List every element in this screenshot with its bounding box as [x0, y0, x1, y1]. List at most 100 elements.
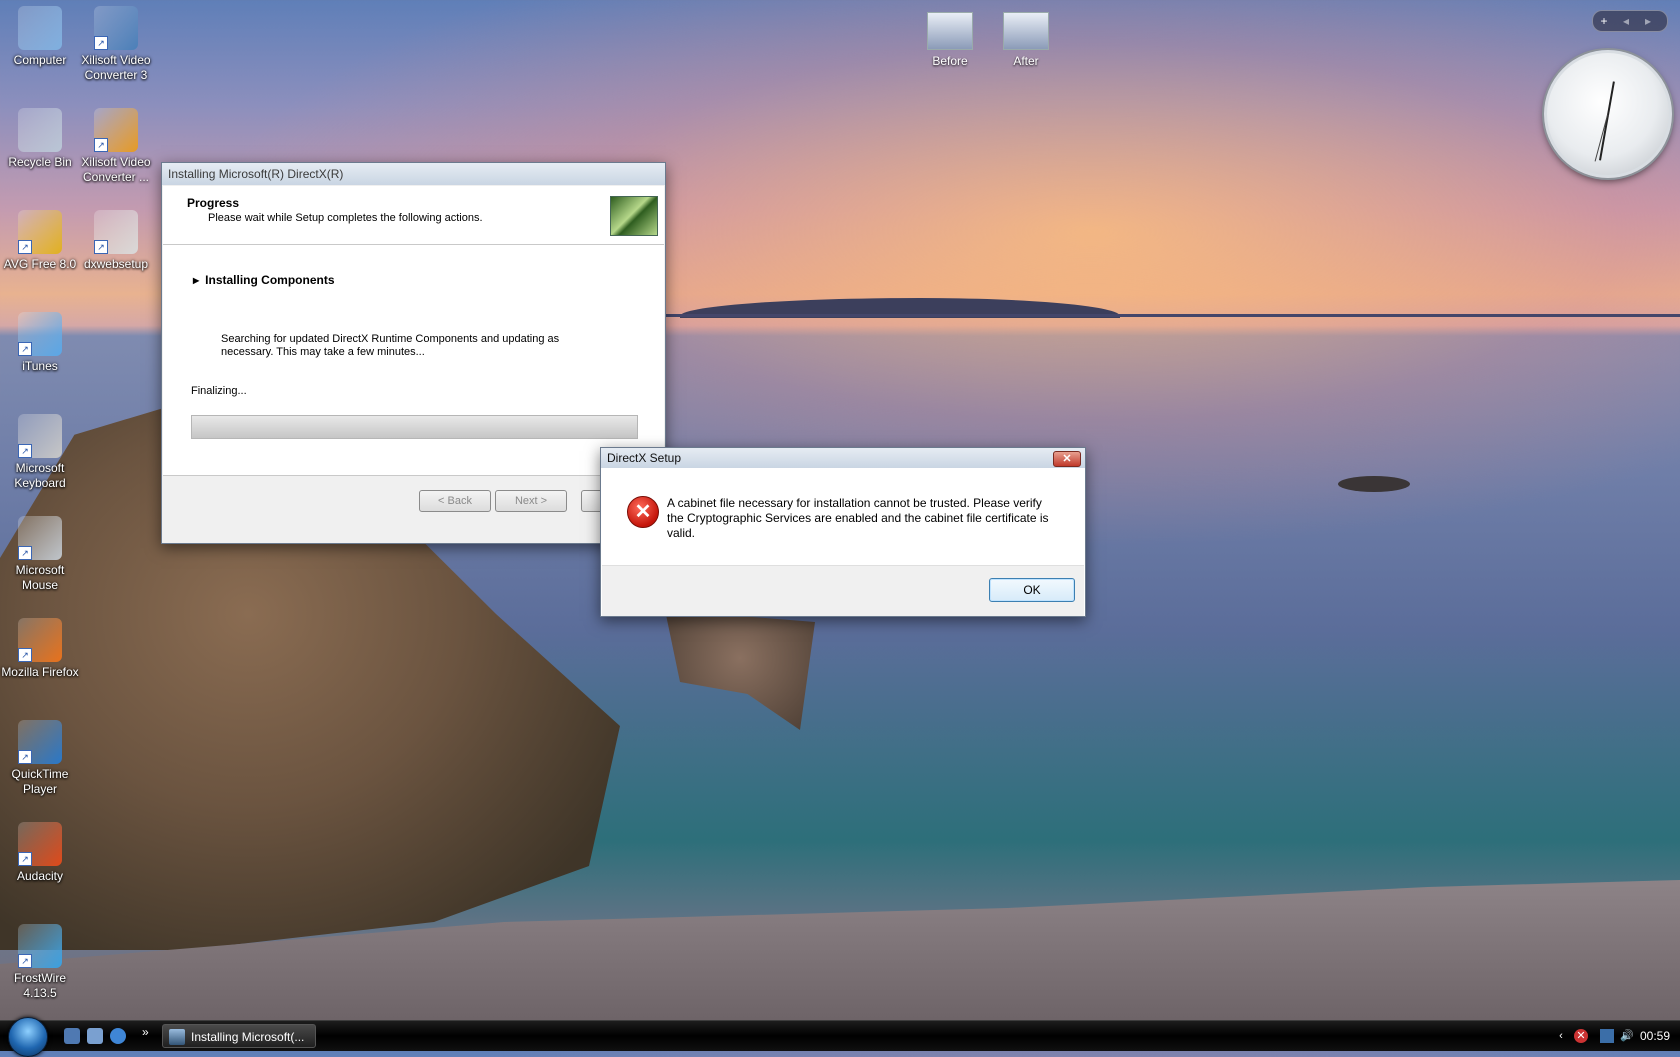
shortcut-arrow-icon: ↗ [18, 750, 32, 764]
itunes-icon: ↗ [18, 312, 62, 356]
clock-gadget[interactable] [1544, 50, 1672, 178]
desktop-icon-video-converter[interactable]: ↗ Xilisoft Video Converter 3 [76, 6, 156, 83]
show-desktop-icon[interactable] [64, 1028, 80, 1044]
installer-title[interactable]: Installing Microsoft(R) DirectX(R) [162, 163, 665, 185]
taskbar: » Installing Microsoft(... ‹ ✕ 🔊 00:59 [0, 1017, 1680, 1057]
desktop-icon-label: Computer [13, 53, 67, 67]
system-tray: ‹ ✕ 🔊 00:59 [1440, 1021, 1680, 1051]
installer-header: Progress Please wait while Setup complet… [163, 186, 664, 245]
desktop-icon-after[interactable]: After [995, 12, 1057, 68]
desktop-icon-label: Mozilla Firefox [1, 665, 79, 679]
section-description: Searching for updated DirectX Runtime Co… [221, 333, 560, 358]
sidebar-controls: + ◂ ▸ [1592, 10, 1668, 32]
desktop-icon-label: dxwebsetup [83, 257, 149, 271]
dialog-title[interactable]: DirectX Setup [601, 448, 1085, 468]
desktop-icon-quicktime[interactable]: ↗ QuickTime Player [0, 720, 80, 797]
desktop-icon-avg[interactable]: ↗ AVG Free 8.0 [0, 210, 80, 272]
desktop-icon-computer[interactable]: Computer [0, 6, 80, 68]
dialog-footer: OK [602, 565, 1084, 616]
desktop-icon-label: Microsoft Mouse [15, 563, 65, 592]
computer-icon [18, 6, 62, 50]
installer-footer: < Back Next > [163, 475, 664, 543]
quicktime-icon: ↗ [18, 720, 62, 764]
shortcut-arrow-icon: ↗ [94, 240, 108, 254]
desktop-icon-label: Xilisoft Video Converter 3 [81, 53, 151, 82]
desktop-icon-video-converter[interactable]: ↗ Xilisoft Video Converter ... [76, 108, 156, 185]
security-alert-icon[interactable]: ✕ [1574, 1029, 1588, 1043]
header-subtitle: Please wait while Setup completes the fo… [208, 212, 483, 224]
desktop-icon-label: Recycle Bin [8, 155, 72, 169]
taskbar-button-installer[interactable]: Installing Microsoft(... [162, 1024, 316, 1048]
switch-windows-icon[interactable] [87, 1028, 103, 1044]
volume-icon[interactable]: 🔊 [1620, 1029, 1634, 1043]
desktop-icon-itunes[interactable]: ↗ iTunes [0, 312, 80, 374]
desktop-icon-label: QuickTime Player [11, 767, 69, 796]
recycle-bin-icon [18, 108, 62, 152]
desktop-icon-label: FrostWire 4.13.5 [14, 971, 66, 1000]
shortcut-arrow-icon: ↗ [18, 852, 32, 866]
image-file-icon [1003, 12, 1049, 50]
header-title: Progress [187, 196, 240, 210]
start-button[interactable] [8, 1017, 48, 1057]
mouse-icon: ↗ [18, 516, 62, 560]
desktop-icon-label: Before [932, 54, 968, 68]
shortcut-arrow-icon: ↗ [18, 444, 32, 458]
progress-bar [191, 415, 638, 439]
desktop-icon-firefox[interactable]: ↗ Mozilla Firefox [0, 618, 80, 680]
network-icon[interactable] [1600, 1029, 1614, 1043]
error-icon: ✕ [627, 496, 659, 528]
desktop-icon-label: Microsoft Keyboard [14, 461, 66, 490]
internet-explorer-icon[interactable] [110, 1028, 126, 1044]
desktop-icon-audacity[interactable]: ↗ Audacity [0, 822, 80, 884]
audacity-icon: ↗ [18, 822, 62, 866]
keyboard-icon: ↗ [18, 414, 62, 458]
ok-button[interactable]: OK [989, 578, 1075, 602]
installer-app-icon [169, 1029, 185, 1045]
show-hidden-icons-icon[interactable]: ‹ [1554, 1029, 1568, 1043]
error-message: A cabinet file necessary for installatio… [667, 496, 1049, 540]
desktop-icon-mouse[interactable]: ↗ Microsoft Mouse [0, 516, 80, 593]
shortcut-arrow-icon: ↗ [18, 954, 32, 968]
image-file-icon [927, 12, 973, 50]
directx-setup-error-dialog: DirectX Setup ✕ ✕ A cabinet file necessa… [600, 447, 1086, 617]
wallpaper-horizon [640, 314, 1680, 317]
desktop-icon-setup[interactable]: ↗ dxwebsetup [76, 210, 156, 272]
desktop-icon-label: Xilisoft Video Converter ... [81, 155, 151, 184]
taskbar-button-label: Installing Microsoft(... [191, 1030, 305, 1044]
desktop-icon-keyboard[interactable]: ↗ Microsoft Keyboard [0, 414, 80, 491]
firefox-icon: ↗ [18, 618, 62, 662]
shortcut-arrow-icon: ↗ [18, 240, 32, 254]
directx-installer-window: Installing Microsoft(R) DirectX(R) Progr… [161, 162, 666, 544]
shortcut-arrow-icon: ↗ [18, 546, 32, 560]
desktop-icon-label: Audacity [16, 869, 64, 883]
frostwire-icon: ↗ [18, 924, 62, 968]
desktop-icon-label: After [1013, 54, 1039, 68]
quick-launch-overflow[interactable]: » [142, 1025, 149, 1039]
taskbar-clock[interactable]: 00:59 [1640, 1029, 1670, 1043]
wallpaper-arch [665, 610, 815, 730]
shortcut-arrow-icon: ↗ [94, 138, 108, 152]
status-text: Finalizing... [191, 385, 247, 397]
close-button[interactable]: ✕ [1053, 451, 1081, 467]
previous-page-button[interactable]: ◂ [1615, 11, 1637, 31]
desktop-icon-label: iTunes [22, 359, 58, 373]
installer-body: Installing Components Searching for upda… [163, 245, 664, 475]
next-button[interactable]: Next > [495, 490, 567, 512]
shortcut-arrow-icon: ↗ [18, 648, 32, 662]
shortcut-arrow-icon: ↗ [18, 342, 32, 356]
setup-icon: ↗ [94, 210, 138, 254]
shortcut-arrow-icon: ↗ [94, 36, 108, 50]
desktop-icon-recycle-bin[interactable]: Recycle Bin [0, 108, 80, 170]
directx-logo-icon [610, 196, 658, 236]
video-converter-icon: ↗ [94, 108, 138, 152]
video-converter-icon: ↗ [94, 6, 138, 50]
desktop-icon-frostwire[interactable]: ↗ FrostWire 4.13.5 [0, 924, 80, 1001]
avg-icon: ↗ [18, 210, 62, 254]
desktop-icon-label: AVG Free 8.0 [3, 257, 77, 271]
clock-hour-hand [1607, 81, 1615, 116]
add-gadget-button[interactable]: + [1593, 11, 1615, 31]
back-button[interactable]: < Back [419, 490, 491, 512]
section-heading: Installing Components [193, 273, 334, 287]
desktop-icon-before[interactable]: Before [919, 12, 981, 68]
next-page-button[interactable]: ▸ [1637, 11, 1659, 31]
